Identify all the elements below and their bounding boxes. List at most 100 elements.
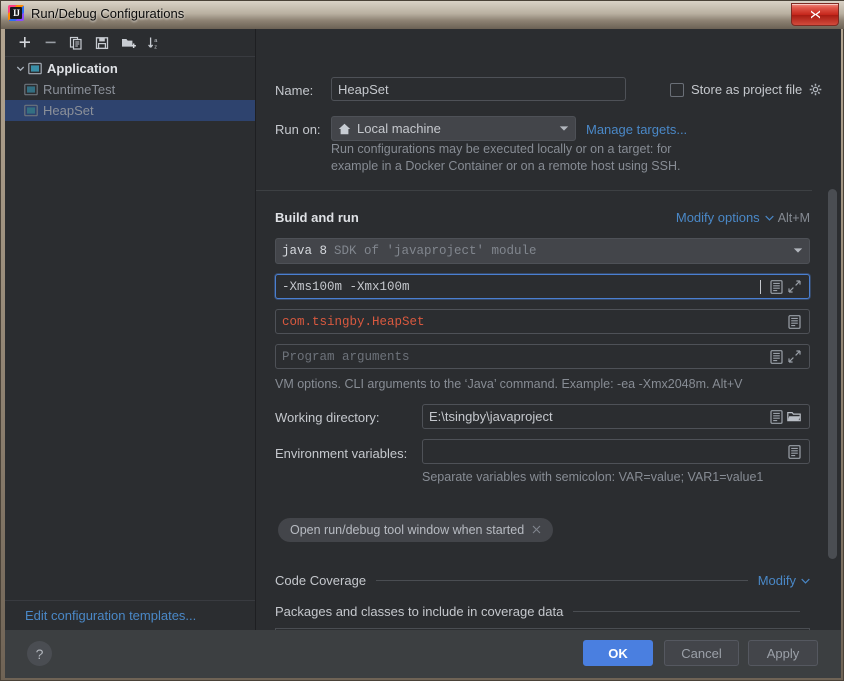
dialog-body: a z Application RuntimeTest HeapSet Edit… — [5, 29, 841, 678]
configurations-tree[interactable]: Application RuntimeTest HeapSet — [5, 58, 255, 600]
name-label: Name: — [275, 83, 314, 98]
configuration-form: Name: HeapSet Store as project file Run … — [256, 29, 841, 652]
title-bar-left: IJ Run/Debug Configurations — [8, 5, 184, 21]
expand-diagonal-icon[interactable] — [785, 278, 803, 296]
open-tool-window-chip-label: Open run/debug tool window when started — [290, 523, 525, 537]
close-icon[interactable] — [532, 523, 541, 537]
code-coverage-title: Code Coverage — [275, 573, 367, 588]
cancel-button-label: Cancel — [681, 645, 722, 661]
jre-select[interactable]: java 8 SDK of 'javaproject' module — [275, 238, 810, 264]
ok-button[interactable]: OK — [583, 640, 653, 666]
code-coverage-modify-link[interactable]: Modify — [758, 573, 796, 588]
configuration-icon — [23, 103, 39, 119]
minus-icon — [45, 41, 56, 44]
scrollbar-thumb[interactable] — [828, 189, 837, 559]
cancel-button[interactable]: Cancel — [664, 640, 739, 666]
chevron-down-icon[interactable] — [559, 124, 569, 134]
environment-variables-input[interactable] — [422, 439, 810, 464]
list-icon[interactable] — [785, 443, 803, 461]
save-icon — [95, 36, 109, 49]
edit-configuration-templates-link[interactable]: Edit configuration templates... — [25, 608, 196, 623]
build-and-run-header: Build and run Modify options Alt+M — [275, 210, 810, 225]
chevron-down-icon[interactable] — [801, 578, 810, 584]
run-on-select[interactable]: Local machine — [331, 116, 576, 141]
store-as-project-file-checkbox[interactable] — [670, 82, 684, 97]
folder-open-icon[interactable] — [785, 408, 803, 426]
divider — [573, 611, 800, 612]
save-configuration-button[interactable] — [91, 32, 113, 54]
build-and-run-title: Build and run — [275, 210, 359, 225]
remove-configuration-button[interactable] — [39, 32, 61, 54]
chevron-down-icon[interactable] — [793, 246, 803, 256]
copy-icon — [69, 36, 82, 50]
name-input[interactable]: HeapSet — [331, 77, 626, 101]
list-icon[interactable] — [785, 313, 803, 331]
name-input-value: HeapSet — [338, 81, 389, 97]
vm-options-input[interactable]: -Xms100m -Xmx100m — [275, 274, 810, 299]
expand-diagonal-icon[interactable] — [785, 348, 803, 366]
window-title: Run/Debug Configurations — [31, 5, 185, 21]
title-bar: IJ Run/Debug Configurations — [1, 1, 844, 29]
environment-variables-hint: Separate variables with semicolon: VAR=v… — [422, 470, 764, 484]
packages-title: Packages and classes to include in cover… — [275, 604, 564, 619]
dialog-button-bar: ? OK Cancel Apply — [5, 630, 841, 678]
tree-item-heapset[interactable]: HeapSet — [5, 100, 255, 121]
copy-configuration-button[interactable] — [65, 32, 87, 54]
configuration-icon — [23, 82, 39, 98]
modify-options-link[interactable]: Modify options — [676, 210, 760, 225]
list-icon[interactable] — [767, 278, 785, 296]
vm-options-value: -Xms100m -Xmx100m — [282, 279, 410, 294]
modify-options-shortcut: Alt+M — [777, 210, 810, 225]
chevron-down-icon[interactable] — [764, 215, 774, 221]
close-icon — [810, 10, 820, 19]
apply-button-label: Apply — [766, 645, 800, 661]
list-icon[interactable] — [767, 408, 785, 426]
scrollbar-track[interactable] — [828, 65, 837, 626]
move-into-folder-button[interactable] — [117, 32, 139, 54]
tree-group-application[interactable]: Application — [5, 58, 255, 79]
add-configuration-button[interactable] — [13, 32, 35, 54]
working-directory-value: E:\tsingby\javaproject — [429, 409, 553, 424]
main-class-input[interactable]: com.tsingby.HeapSet — [275, 309, 810, 334]
svg-text:z: z — [154, 44, 157, 50]
intellij-idea-icon: IJ — [8, 5, 24, 21]
environment-variables-label: Environment variables: — [275, 446, 408, 461]
run-on-label: Run on: — [275, 122, 321, 137]
run-on-value: Local machine — [357, 121, 441, 136]
section-divider — [256, 190, 812, 191]
working-directory-input[interactable]: E:\tsingby\javaproject — [422, 404, 810, 429]
working-directory-label: Working directory: — [275, 410, 380, 425]
jre-primary-value: java 8 — [282, 244, 328, 258]
ok-button-label: OK — [608, 645, 628, 661]
jre-secondary-value: SDK of 'javaproject' module — [334, 244, 537, 258]
folder-add-icon — [121, 38, 136, 48]
divider — [376, 580, 748, 581]
tree-group-label: Application — [47, 61, 118, 76]
tree-item-label: HeapSet — [43, 103, 94, 118]
gear-icon[interactable] — [809, 83, 822, 96]
help-button[interactable]: ? — [27, 641, 52, 666]
run-on-hint-line-2: example in a Docker Container or on a re… — [331, 159, 681, 173]
open-tool-window-chip[interactable]: Open run/debug tool window when started — [278, 518, 554, 542]
application-icon — [27, 61, 43, 77]
dialog-content: a z Application RuntimeTest HeapSet Edit… — [5, 29, 841, 652]
tree-item-runtimetest[interactable]: RuntimeTest — [5, 79, 255, 100]
main-class-value: com.tsingby.HeapSet — [282, 314, 425, 329]
manage-targets-link[interactable]: Manage targets... — [586, 122, 687, 137]
apply-button[interactable]: Apply — [748, 640, 818, 666]
configurations-pane: a z Application RuntimeTest HeapSet Edit… — [5, 29, 256, 630]
packages-header: Packages and classes to include in cover… — [275, 604, 810, 619]
sort-configurations-button[interactable]: a z — [143, 32, 165, 54]
store-as-project-file-label: Store as project file — [691, 82, 803, 97]
chevron-down-icon[interactable] — [13, 62, 27, 76]
store-as-project-file-row[interactable]: Store as project file — [670, 82, 822, 97]
home-icon — [338, 123, 351, 135]
close-button[interactable] — [791, 3, 839, 26]
help-icon: ? — [35, 645, 44, 662]
list-icon[interactable] — [767, 348, 785, 366]
program-arguments-input[interactable]: Program arguments — [275, 344, 810, 369]
program-arguments-placeholder: Program arguments — [282, 349, 410, 364]
tree-item-label: RuntimeTest — [43, 82, 116, 97]
configurations-toolbar: a z — [5, 29, 255, 57]
svg-text:a: a — [154, 38, 158, 44]
